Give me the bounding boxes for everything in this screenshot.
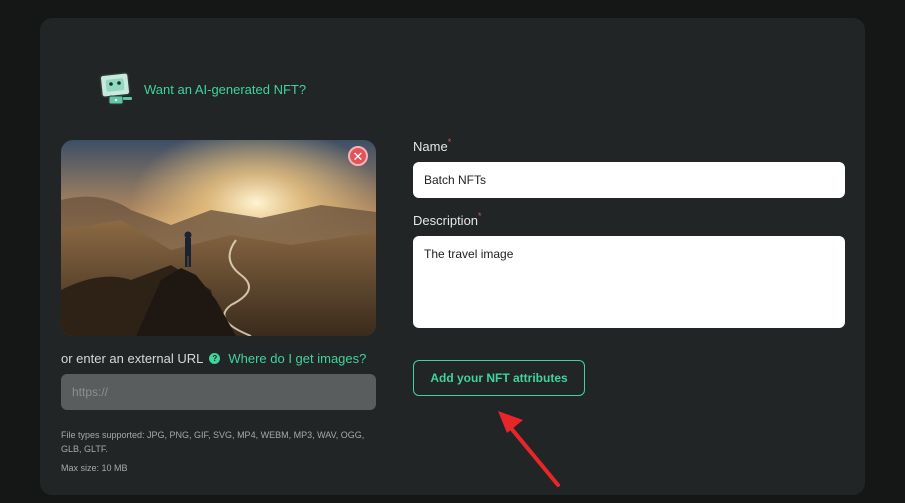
nft-image-preview	[61, 140, 376, 336]
red-arrow-annotation	[498, 411, 560, 487]
external-url-row: or enter an external URL ? Where do I ge…	[61, 351, 366, 366]
name-field[interactable]	[413, 162, 845, 198]
ai-generate-row[interactable]: Want an AI-generated NFT?	[98, 70, 306, 108]
name-label: Name*	[413, 137, 452, 154]
name-label-text: Name	[413, 139, 448, 154]
required-marker: *	[478, 211, 482, 221]
required-marker: *	[447, 137, 452, 147]
remove-image-button[interactable]: ✕	[348, 146, 368, 166]
add-nft-attributes-button[interactable]: Add your NFT attributes	[413, 360, 585, 396]
description-field[interactable]: The travel image	[413, 236, 845, 328]
external-url-input[interactable]	[61, 374, 376, 410]
close-icon: ✕	[352, 148, 364, 164]
help-icon[interactable]: ?	[209, 353, 221, 364]
description-label-text: Description	[413, 213, 479, 228]
supported-file-types: File types supported: JPG, PNG, GIF, SVG…	[61, 430, 365, 454]
max-file-size: Max size: 10 MB	[61, 463, 128, 473]
external-url-label: or enter an external URL	[61, 351, 204, 366]
description-label: Description*	[413, 211, 482, 228]
ai-generated-nft-link[interactable]: Want an AI-generated NFT?	[144, 82, 306, 97]
where-get-images-link[interactable]: Where do I get images?	[228, 351, 366, 366]
robot-icon	[99, 72, 132, 105]
